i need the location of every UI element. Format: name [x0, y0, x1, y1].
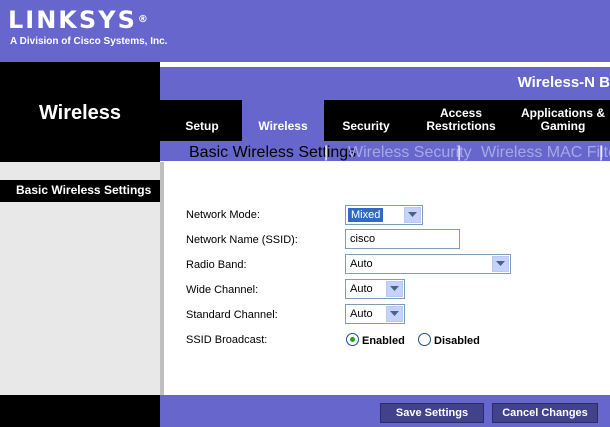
sidebar-spacer: [0, 162, 160, 180]
ssid-broadcast-disabled-label[interactable]: Disabled: [434, 335, 480, 347]
ssid-value: cisco: [350, 233, 376, 245]
ssid-input[interactable]: cisco: [345, 229, 460, 249]
tab-applications-gaming[interactable]: Applications & Gaming: [516, 100, 610, 141]
wide-channel-value: Auto: [350, 283, 373, 295]
logo-tagline: A Division of Cisco Systems, Inc.: [10, 36, 168, 47]
subnav-separator: |: [324, 144, 329, 161]
save-settings-button[interactable]: Save Settings: [380, 403, 484, 423]
ssid-label: Network Name (SSID):: [186, 234, 298, 246]
tab-setup[interactable]: Setup: [172, 100, 232, 141]
subnav-separator: |: [457, 144, 462, 161]
radio-band-value: Auto: [350, 258, 373, 270]
wide-channel-label: Wide Channel:: [186, 284, 259, 296]
sidebar-label: Basic Wireless Settings: [16, 183, 152, 197]
wide-channel-select[interactable]: Auto: [345, 279, 405, 299]
logo-text: LINKSYS: [8, 6, 137, 34]
network-mode-select[interactable]: Mixed: [345, 205, 423, 225]
standard-channel-value: Auto: [350, 308, 373, 320]
tab-access-restrictions[interactable]: Access Restrictions: [414, 100, 508, 141]
tab-security[interactable]: Security: [332, 100, 400, 141]
ssid-broadcast-label: SSID Broadcast:: [186, 334, 268, 346]
radio-band-select[interactable]: Auto: [345, 254, 511, 274]
tab-label: Security: [342, 119, 390, 133]
tab-label: Applications & Gaming: [520, 106, 605, 133]
ssid-broadcast-disabled-radio[interactable]: [418, 333, 431, 346]
subnav-wireless-security[interactable]: Wireless Security: [348, 144, 472, 162]
chevron-down-icon: [386, 281, 403, 297]
network-mode-label: Network Mode:: [186, 209, 260, 221]
ssid-broadcast-enabled-radio[interactable]: [346, 333, 359, 346]
ssid-broadcast-enabled-label[interactable]: Enabled: [362, 335, 405, 347]
subnav-wireless-mac-filter[interactable]: Wireless MAC Filter: [481, 144, 610, 162]
tab-label: Access Restrictions: [426, 106, 496, 133]
subnav-separator: |: [599, 144, 604, 161]
tab-label: Setup: [185, 119, 219, 133]
subnav-basic-wireless-settings[interactable]: Basic Wireless Settings: [189, 144, 356, 162]
chevron-down-icon: [404, 207, 421, 223]
standard-channel-label: Standard Channel:: [186, 309, 278, 321]
model-name: Wireless-N B: [517, 74, 610, 91]
tab-label: Wireless: [258, 119, 308, 133]
radio-band-label: Radio Band:: [186, 259, 247, 271]
sidebar-fill: [0, 202, 160, 395]
radio-selected-dot: [350, 337, 355, 342]
registered-mark: ®: [137, 14, 148, 25]
tab-wireless[interactable]: Wireless: [242, 100, 324, 141]
section-title: Wireless: [38, 102, 122, 124]
chevron-down-icon: [386, 306, 403, 322]
content-edge: [160, 162, 164, 395]
footer-left: [0, 395, 160, 427]
cancel-changes-button[interactable]: Cancel Changes: [492, 403, 598, 423]
linksys-logo: LINKSYS®: [8, 6, 148, 34]
standard-channel-select[interactable]: Auto: [345, 304, 405, 324]
network-mode-value: Mixed: [348, 208, 384, 222]
chevron-down-icon: [492, 256, 509, 272]
